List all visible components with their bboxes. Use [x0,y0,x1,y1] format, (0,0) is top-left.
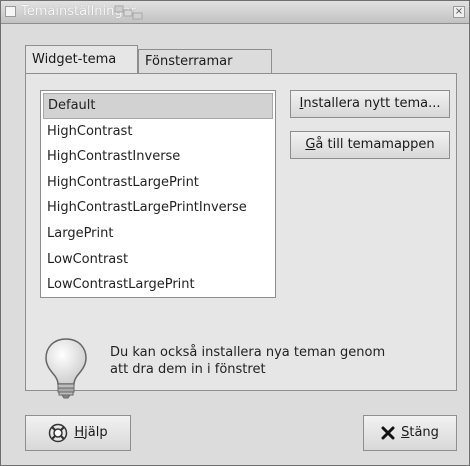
list-item[interactable]: Default [43,93,273,119]
help-label: jälp [84,425,108,440]
folder-mnemonic: G [305,137,316,152]
open-theme-folder-button[interactable]: Gå till temamappen [290,131,450,159]
list-item[interactable]: LargePrint [43,221,273,247]
title-bar[interactable]: Temainställningar × [1,1,469,24]
list-item[interactable]: HighContrastLargePrint [43,170,273,196]
list-item[interactable]: LowContrast [43,247,273,273]
list-item[interactable]: HighContrast [43,119,273,145]
close-x-icon [381,426,395,440]
info-line-1: Du kan också installera nya teman genom [110,345,386,360]
tab-window-frames[interactable]: Fönsterramar [138,49,272,75]
help-lifebuoy-icon [49,423,68,443]
theme-list[interactable]: Default HighContrast HighContrastInverse… [40,90,276,298]
close-button[interactable]: Stäng [363,415,457,451]
info-text: Du kan också installera nya teman genom … [110,344,440,378]
window-menu-icon[interactable] [5,6,16,17]
install-label: nstallera nytt tema... [303,96,441,111]
tab-panel: Default HighContrast HighContrastInverse… [25,73,457,399]
lightbulb-icon [45,338,87,399]
help-button[interactable]: Hjälp [25,415,131,451]
list-item[interactable]: LowContrastLargePrint [43,272,273,298]
window-close-button[interactable]: × [453,6,465,18]
info-line-2: att dra dem in i fönstret [110,362,266,377]
theme-preferences-window: Temainställningar × Widget-tema Fönsterr… [0,0,470,466]
folder-label: å till temamappen [315,137,435,152]
tab-widget-theme[interactable]: Widget-tema [25,45,138,73]
list-item[interactable]: HighContrastLargePrintInverse [43,195,273,221]
install-theme-button[interactable]: Installera nytt tema... [290,90,450,118]
help-mnemonic: H [74,425,85,440]
close-label: täng [409,425,439,440]
list-item[interactable]: HighContrastInverse [43,144,273,170]
theme-app-icon [114,5,143,20]
